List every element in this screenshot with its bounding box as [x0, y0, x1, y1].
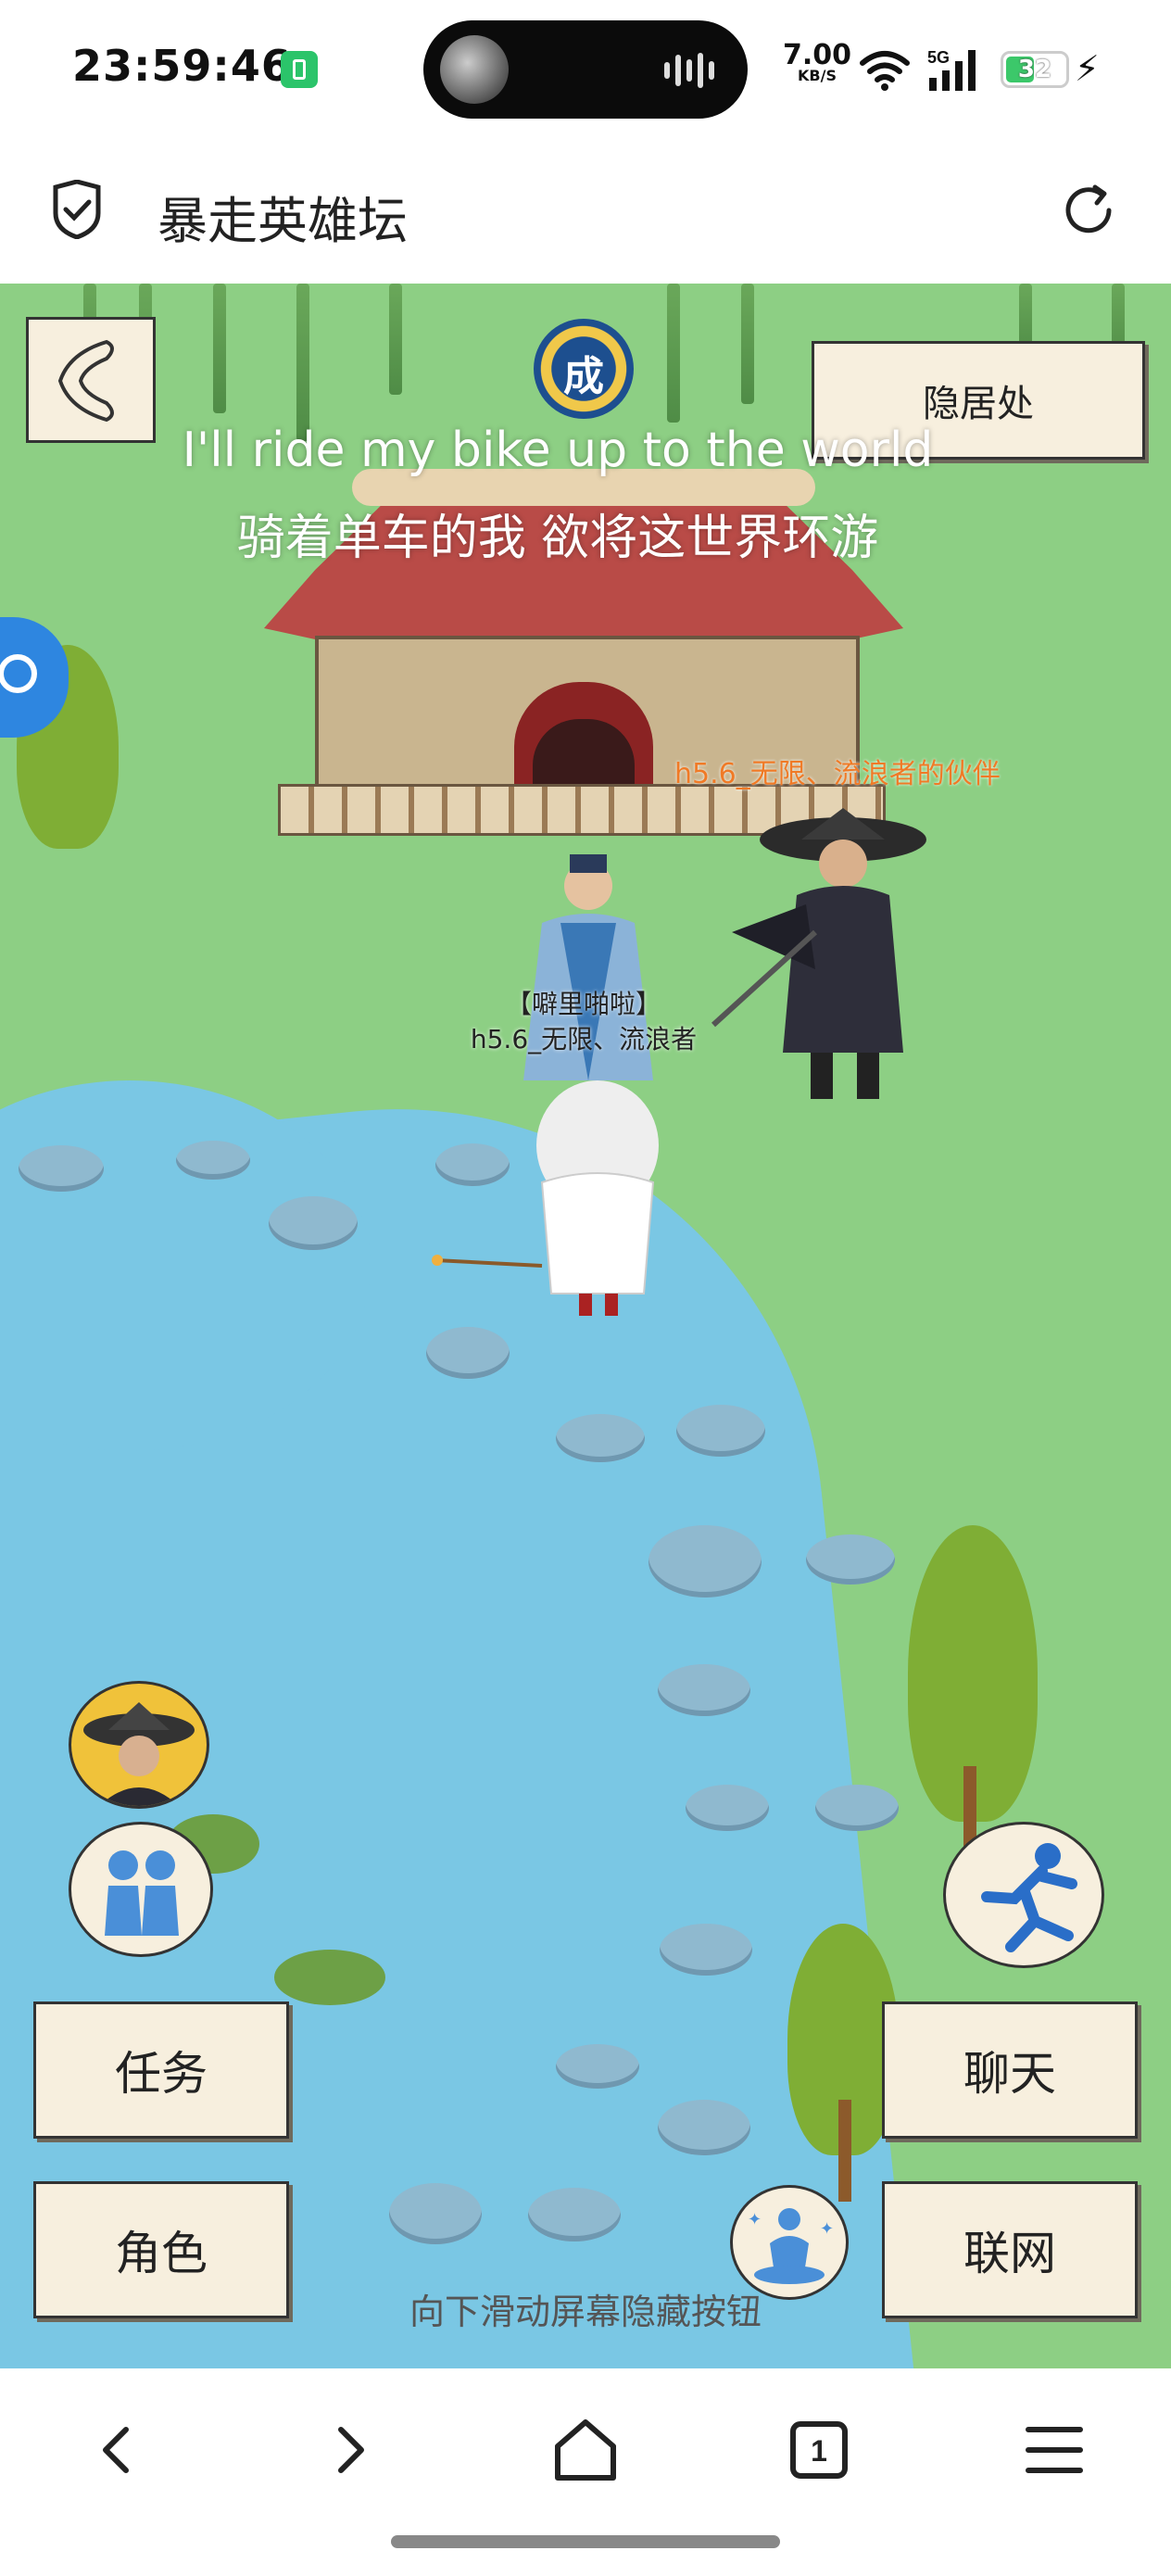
bamboo-decoration: [213, 284, 226, 413]
bamboo-decoration: [296, 284, 309, 441]
stepping-stone: [556, 2044, 639, 2089]
companion-character[interactable]: [676, 802, 963, 1108]
svg-text:✦: ✦: [748, 2210, 762, 2229]
svg-text:✦: ✦: [820, 2219, 834, 2239]
forward-icon[interactable]: [313, 2413, 387, 2487]
net-speed: 7.00 KB/S: [783, 42, 851, 83]
back-arrow-icon: [57, 339, 114, 423]
hat-warrior-icon: [83, 1702, 195, 1806]
dynamic-island[interactable]: [423, 20, 748, 119]
companion-avatar-button[interactable]: [69, 1681, 209, 1809]
lyric-line-english: I'll ride my bike up to the world: [182, 423, 934, 478]
player-character[interactable]: [505, 849, 672, 1108]
companion-name-tag: h5.6_无限、流浪者的伙伴: [674, 758, 1001, 790]
svg-text:1: 1: [811, 2434, 827, 2468]
emblem-text: 成: [563, 353, 604, 400]
app-notification-icon: [281, 51, 318, 88]
battery-level: 32: [1017, 56, 1052, 83]
lily-pad: [274, 1950, 385, 2005]
menu-icon[interactable]: [1017, 2413, 1091, 2487]
status-bar: 23:59:46 7.00 KB/S 5G 32 ⚡: [0, 0, 1171, 139]
stepping-stone: [528, 2188, 621, 2241]
stepping-stone: [658, 1664, 750, 1716]
back-icon[interactable]: [80, 2413, 154, 2487]
stepping-stone: [19, 1145, 104, 1192]
signal-icons: 5G: [860, 48, 976, 91]
running-person-icon: [981, 1843, 1077, 1952]
clock: 23:59:46: [72, 41, 292, 91]
stepping-stone: [269, 1196, 358, 1250]
hide-buttons-hint: 向下滑动屏幕隐藏按钮: [409, 2292, 762, 2332]
stepping-stone: [426, 1327, 510, 1379]
page-title: 暴走英雄坛: [157, 192, 408, 250]
wifi-icon: [860, 51, 910, 82]
bamboo-decoration: [741, 284, 754, 404]
network-type: 5G: [927, 48, 950, 67]
stepping-stone: [556, 1414, 645, 1462]
media-cover-icon: [440, 35, 509, 104]
people-icon: [105, 1850, 179, 1936]
bamboo-decoration: [389, 284, 402, 395]
home-indicator[interactable]: [391, 2535, 780, 2548]
stepping-stone: [658, 2100, 750, 2155]
stepping-stone: [686, 1785, 769, 1831]
stepping-stone: [389, 2183, 482, 2244]
run-toggle-button[interactable]: [943, 1822, 1104, 1968]
quest-button[interactable]: 任务: [33, 2001, 289, 2139]
stepping-stone: [676, 1405, 765, 1457]
tabs-icon[interactable]: 1: [782, 2413, 856, 2487]
white-haired-character[interactable]: [514, 1080, 681, 1321]
game-canvas[interactable]: h5.6_无限、流浪者的伙伴 【噼里啪啦】 h5.6_无限、流浪者 成 隐居处 …: [0, 284, 1171, 2368]
refresh-icon[interactable]: [1058, 180, 1119, 241]
lyric-line-chinese: 骑着单车的我 欲将这世界环游: [236, 511, 879, 566]
stepping-stone: [815, 1785, 899, 1831]
bamboo-decoration: [667, 284, 680, 423]
battery-icon: 32: [1001, 51, 1069, 88]
player-title-tag: 【噼里啪啦】: [505, 989, 661, 1019]
party-button[interactable]: [69, 1822, 213, 1957]
spear-weapon: [432, 1255, 543, 1268]
stepping-stone: [176, 1141, 250, 1180]
stepping-stone: [660, 1924, 752, 1976]
player-name-tag: h5.6_无限、流浪者: [470, 1024, 698, 1054]
stepping-stone: [648, 1525, 762, 1597]
shield-check-icon[interactable]: [50, 180, 104, 239]
charging-icon: ⚡: [1075, 48, 1100, 89]
achievement-emblem-icon[interactable]: 成: [534, 319, 634, 419]
meditation-icon: ✦ ✦: [748, 2208, 834, 2284]
stepping-stone: [435, 1143, 510, 1186]
home-icon[interactable]: [548, 2413, 623, 2487]
tree-trunk: [838, 2100, 851, 2202]
audio-wave-icon: [664, 52, 720, 89]
chat-button[interactable]: 聊天: [882, 2001, 1138, 2139]
stepping-stone: [806, 1534, 895, 1585]
